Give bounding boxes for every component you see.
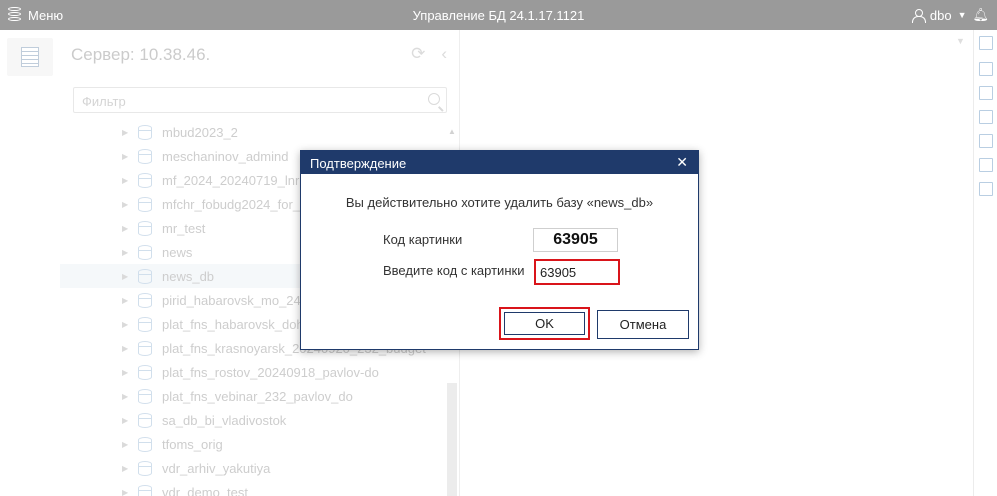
captcha-label: Код картинки <box>383 232 463 247</box>
top-bar: Меню Управление БД 24.1.17.1121 dbo ▼ 🔔︎ <box>0 0 997 30</box>
cancel-button[interactable]: Отмена <box>597 310 689 339</box>
right-toolbar <box>973 30 997 496</box>
sql-script-icon[interactable] <box>979 110 993 124</box>
app-title: Управление БД 24.1.17.1121 <box>412 8 585 23</box>
tools-icon[interactable] <box>979 182 993 196</box>
ok-label: OK <box>504 312 585 335</box>
megaphone-icon[interactable] <box>979 134 993 148</box>
user-icon <box>911 8 926 23</box>
confirm-dialog: Подтверждение ✕ Вы действительно хотите … <box>300 150 699 350</box>
user-name: dbo <box>929 7 952 23</box>
sql-icon[interactable] <box>979 86 993 100</box>
ok-button[interactable]: OK <box>499 307 590 340</box>
captcha-code: 63905 <box>533 228 618 252</box>
delete-db-icon[interactable] <box>979 62 993 76</box>
user-menu[interactable]: dbo ▼ 🔔︎ <box>911 7 989 23</box>
dialog-message: Вы действительно хотите удалить базу «ne… <box>345 195 654 210</box>
report-icon[interactable] <box>979 158 993 172</box>
captcha-input[interactable] <box>534 259 620 285</box>
chevron-down-icon: ▼ <box>957 10 967 20</box>
close-icon[interactable]: ✕ <box>676 154 688 171</box>
bell-icon[interactable]: 🔔︎ <box>972 7 989 23</box>
user-settings-icon[interactable] <box>979 36 993 50</box>
dialog-header: Подтверждение ✕ <box>301 151 698 174</box>
dialog-title: Подтверждение <box>310 156 407 171</box>
captcha-input-label: Введите код с картинки <box>383 263 525 278</box>
